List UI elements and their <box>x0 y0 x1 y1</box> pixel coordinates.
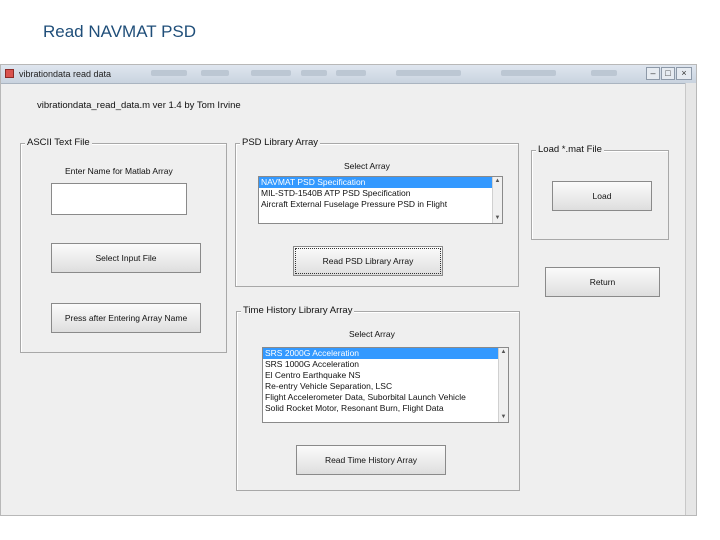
listbox-item[interactable]: SRS 2000G Acceleration <box>263 348 498 359</box>
blurred-background-menu <box>501 70 556 76</box>
time-history-array-listbox[interactable]: SRS 2000G Acceleration SRS 1000G Accelera… <box>262 347 509 423</box>
listbox-item[interactable]: SRS 1000G Acceleration <box>263 359 498 370</box>
psd-library-array-panel: PSD Library Array Select Array NAVMAT PS… <box>235 137 519 287</box>
window-titlebar[interactable]: vibrationdata read data – □ × <box>1 65 696 84</box>
blurred-background-menu <box>336 70 366 76</box>
close-button[interactable]: × <box>676 67 692 80</box>
load-mat-file-panel: Load *.mat File Load <box>531 144 669 240</box>
listbox-item[interactable]: El Centro Earthquake NS <box>263 370 498 381</box>
blurred-background-menu <box>301 70 327 76</box>
scroll-up-arrow-icon[interactable]: ▲ <box>493 177 502 186</box>
scroll-up-arrow-icon[interactable]: ▲ <box>499 348 508 357</box>
window-scrollbar[interactable] <box>685 83 696 515</box>
press-after-entering-name-button[interactable]: Press after Entering Array Name <box>51 303 201 333</box>
load-button[interactable]: Load <box>552 181 652 211</box>
select-array-label: Select Array <box>344 161 390 171</box>
listbox-item[interactable]: NAVMAT PSD Specification <box>259 177 492 188</box>
array-name-input[interactable] <box>51 183 187 215</box>
matlab-app-icon <box>5 69 14 78</box>
blurred-background-menu <box>396 70 461 76</box>
panel-title: ASCII Text File <box>25 137 92 148</box>
panel-title: PSD Library Array <box>240 137 321 148</box>
blurred-background-menu <box>201 70 229 76</box>
slide-title: Read NAVMAT PSD <box>43 22 197 41</box>
maximize-button[interactable]: □ <box>661 67 675 80</box>
panel-title: Load *.mat File <box>536 144 604 155</box>
panel-title: Time History Library Array <box>241 305 355 316</box>
window-title: vibrationdata read data <box>19 69 112 79</box>
minimize-button[interactable]: – <box>646 67 660 80</box>
blurred-background-menu <box>591 70 617 76</box>
listbox-item[interactable]: Re-entry Vehicle Separation, LSC <box>263 381 498 392</box>
listbox-item[interactable]: Aircraft External Fuselage Pressure PSD … <box>259 199 492 210</box>
listbox-item[interactable]: Flight Accelerometer Data, Suborbital La… <box>263 392 498 403</box>
select-input-file-button[interactable]: Select Input File <box>51 243 201 273</box>
listbox-scrollbar[interactable]: ▲ ▼ <box>492 177 502 223</box>
time-history-library-array-panel: Time History Library Array Select Array … <box>236 305 520 491</box>
return-button[interactable]: Return <box>545 267 660 297</box>
read-time-history-array-button[interactable]: Read Time History Array <box>296 445 446 475</box>
read-psd-library-array-button[interactable]: Read PSD Library Array <box>293 246 443 276</box>
listbox-item[interactable]: MIL-STD-1540B ATP PSD Specification <box>259 188 492 199</box>
scroll-down-arrow-icon[interactable]: ▼ <box>499 413 508 422</box>
blurred-background-menu <box>251 70 291 76</box>
scroll-down-arrow-icon[interactable]: ▼ <box>493 214 502 223</box>
psd-array-listbox[interactable]: NAVMAT PSD Specification MIL-STD-1540B AT… <box>258 176 503 224</box>
ascii-text-file-panel: ASCII Text File Enter Name for Matlab Ar… <box>20 137 227 353</box>
matlab-window: vibrationdata read data – □ × vibrationd… <box>0 64 697 516</box>
blurred-background-menu <box>151 70 187 76</box>
version-label: vibrationdata_read_data.m ver 1.4 by Tom… <box>37 100 241 111</box>
listbox-item[interactable]: Solid Rocket Motor, Resonant Burn, Fligh… <box>263 403 498 414</box>
array-name-label: Enter Name for Matlab Array <box>65 166 173 176</box>
listbox-scrollbar[interactable]: ▲ ▼ <box>498 348 508 422</box>
select-array-label: Select Array <box>349 329 395 339</box>
